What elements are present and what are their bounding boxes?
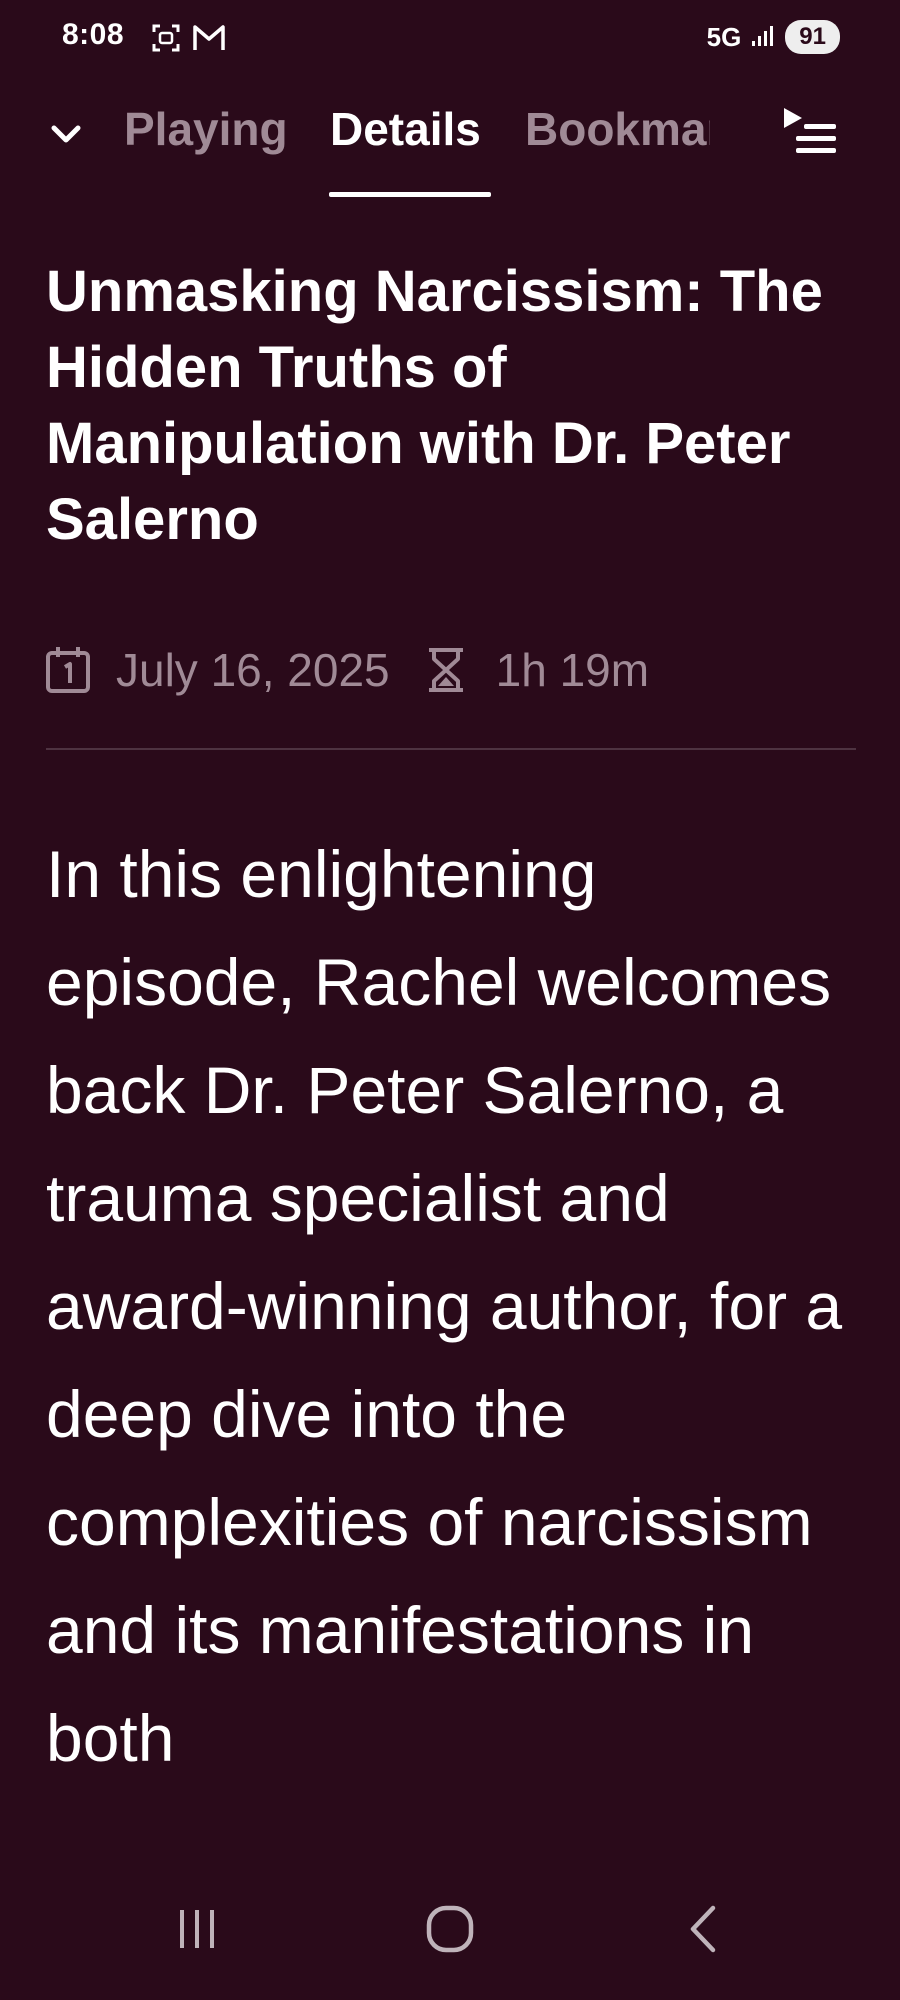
home-icon <box>426 1905 474 1953</box>
divider <box>46 748 856 750</box>
episode-meta: July 16, 2025 1h 19m <box>44 635 649 705</box>
episode-title: Unmasking Narcissism: The Hidden Truths … <box>46 259 823 552</box>
tab-bookmarks[interactable]: Bookmarks <box>525 102 710 156</box>
screenshot-icon <box>150 22 182 59</box>
gmail-icon <box>192 22 226 59</box>
chevron-down-icon <box>51 125 81 143</box>
collapse-button[interactable] <box>40 108 92 160</box>
system-nav-bar <box>0 1880 900 1980</box>
play-queue-button[interactable] <box>780 102 842 164</box>
active-tab-indicator <box>329 192 491 197</box>
episode-date: July 16, 2025 <box>116 644 390 696</box>
back-button[interactable] <box>668 1894 738 1964</box>
network-label: 5G <box>706 21 742 52</box>
recents-button[interactable] <box>162 1894 232 1964</box>
status-time: 8:08 <box>62 18 125 51</box>
episode-duration: 1h 19m <box>495 644 650 696</box>
hourglass-icon <box>426 645 466 695</box>
back-icon <box>690 1905 716 1953</box>
episode-description: In this enlightening episode, Rachel wel… <box>46 837 843 1775</box>
notification-icons <box>150 22 226 59</box>
calendar-icon <box>44 645 92 695</box>
home-button[interactable] <box>415 1894 485 1964</box>
player-tab-header: Playing Details Bookmarks <box>0 88 900 200</box>
play-queue-icon <box>784 108 836 153</box>
status-bar: 8:08 5G 91 <box>0 0 900 80</box>
battery-indicator: 91 <box>785 20 840 54</box>
signal-icon <box>751 23 775 52</box>
status-right: 5G 91 <box>707 20 840 54</box>
tab-details[interactable]: Details <box>330 102 481 156</box>
tab-playing[interactable]: Playing <box>124 102 288 156</box>
recents-icon <box>180 1910 214 1948</box>
